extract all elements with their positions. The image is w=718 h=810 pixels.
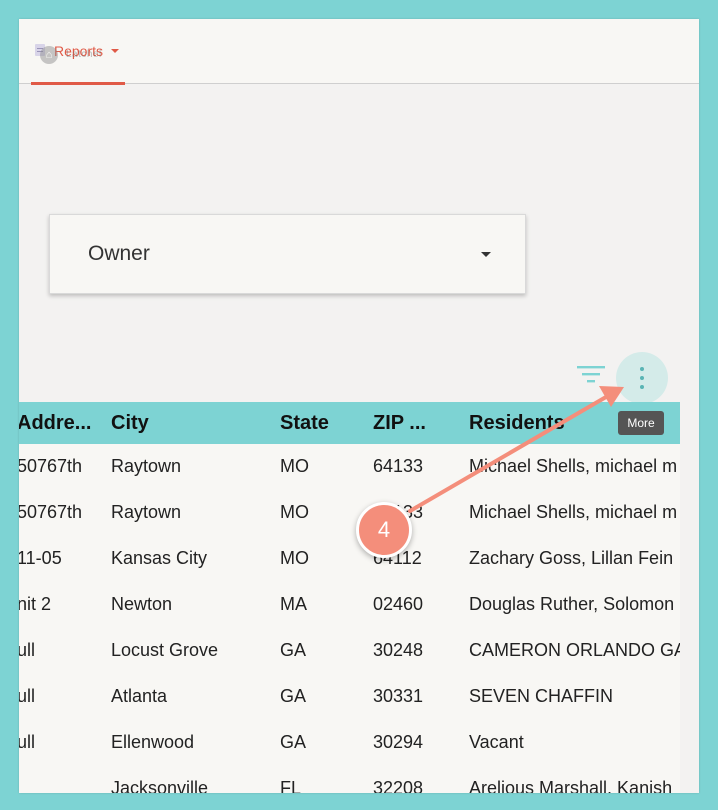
cell-state: FL [280,778,302,793]
cell-address: 50767th [19,456,83,476]
cell-residents: Vacant [469,732,524,752]
column-header-residents[interactable]: Residents [469,412,565,435]
cell-state: GA [280,732,307,752]
cell-city: Jacksonville [111,778,209,793]
cell-residents: Douglas Ruther, Solomon [469,594,675,614]
cell-residents: Zachary Goss, Lillan Fein [469,548,674,568]
table-row[interactable]: 50767th Raytown MO 64133 Michael Shells,… [19,444,680,490]
column-header-city[interactable]: City [111,412,149,435]
cell-residents: CAMERON ORLANDO GA [469,640,680,660]
table-row[interactable]: ull Locust Grove GA 30248 CAMERON ORLAND… [19,628,680,674]
filter-icon[interactable] [577,365,605,385]
table-body: 50767th Raytown MO 64133 Michael Shells,… [19,444,680,793]
cell-zip: 02460 [373,594,424,614]
table-row[interactable]: nit 2 Newton MA 02460 Douglas Ruther, So… [19,582,680,628]
more-vert-icon [640,385,644,389]
cell-state: MO [280,548,309,568]
cell-address: ull [19,640,36,660]
more-tooltip: More [618,411,664,435]
cell-residents: Michael Shells, michael m [469,502,678,522]
step-badge: 4 [356,502,412,558]
cell-state: GA [280,686,307,706]
cell-address: 50767th [19,502,83,522]
table-row[interactable]: Jacksonville FL 32208 Arelious Marshall,… [19,766,680,793]
column-header-zip[interactable]: ZIP ... [373,412,426,435]
cell-zip: 64133 [373,456,424,476]
cell-residents: Arelious Marshall, Kanish [469,778,673,793]
cell-city: Atlanta [111,686,168,706]
more-vert-icon [640,376,644,380]
cell-address: 11-05 [19,548,62,568]
watermark: ⌂ Latchel [40,46,150,64]
dropdown-arrow-icon [481,252,491,257]
top-bar: Reports ⌂ Latchel [19,19,699,85]
cell-city: Raytown [111,502,182,522]
cell-zip: 30248 [373,640,424,660]
cell-city: Ellenwood [111,732,195,752]
cell-city: Newton [111,594,173,614]
table-row[interactable]: ull Ellenwood GA 30294 Vacant [19,720,680,766]
cell-state: GA [280,640,307,660]
table-row[interactable]: ull Atlanta GA 30331 SEVEN CHAFFIN [19,674,680,720]
cell-state: MO [280,502,309,522]
cell-zip: 32208 [373,778,424,793]
table-row[interactable]: 50767th Raytown MO 64133 Michael Shells,… [19,490,680,536]
cell-zip: 30331 [373,686,424,706]
column-header-state[interactable]: State [280,412,329,435]
cell-residents: Michael Shells, michael m [469,456,678,476]
cell-state: MO [280,456,309,476]
cell-city: Raytown [111,456,182,476]
owner-select-value: Owner [88,242,150,265]
column-header-address[interactable]: Addre... [19,412,91,435]
home-icon: ⌂ [40,46,58,64]
cell-city: Locust Grove [111,640,219,660]
cell-zip: 30294 [373,732,424,752]
cell-residents: SEVEN CHAFFIN [469,686,614,706]
cell-state: MA [280,594,307,614]
table-row[interactable]: 11-05 Kansas City MO 64112 Zachary Goss,… [19,536,680,582]
cell-address: ull [19,732,36,752]
watermark-text: Latchel [66,49,102,60]
owner-select[interactable]: Owner [49,214,526,294]
cell-city: Kansas City [111,548,208,568]
cell-address: ull [19,686,36,706]
cell-address: nit 2 [19,594,52,614]
table-header: Addre... City State ZIP ... Residents [19,402,680,444]
app-window: Reports ⌂ Latchel Owner Addre... City St… [19,19,699,793]
more-vert-icon [640,367,644,371]
more-button[interactable] [616,352,668,404]
